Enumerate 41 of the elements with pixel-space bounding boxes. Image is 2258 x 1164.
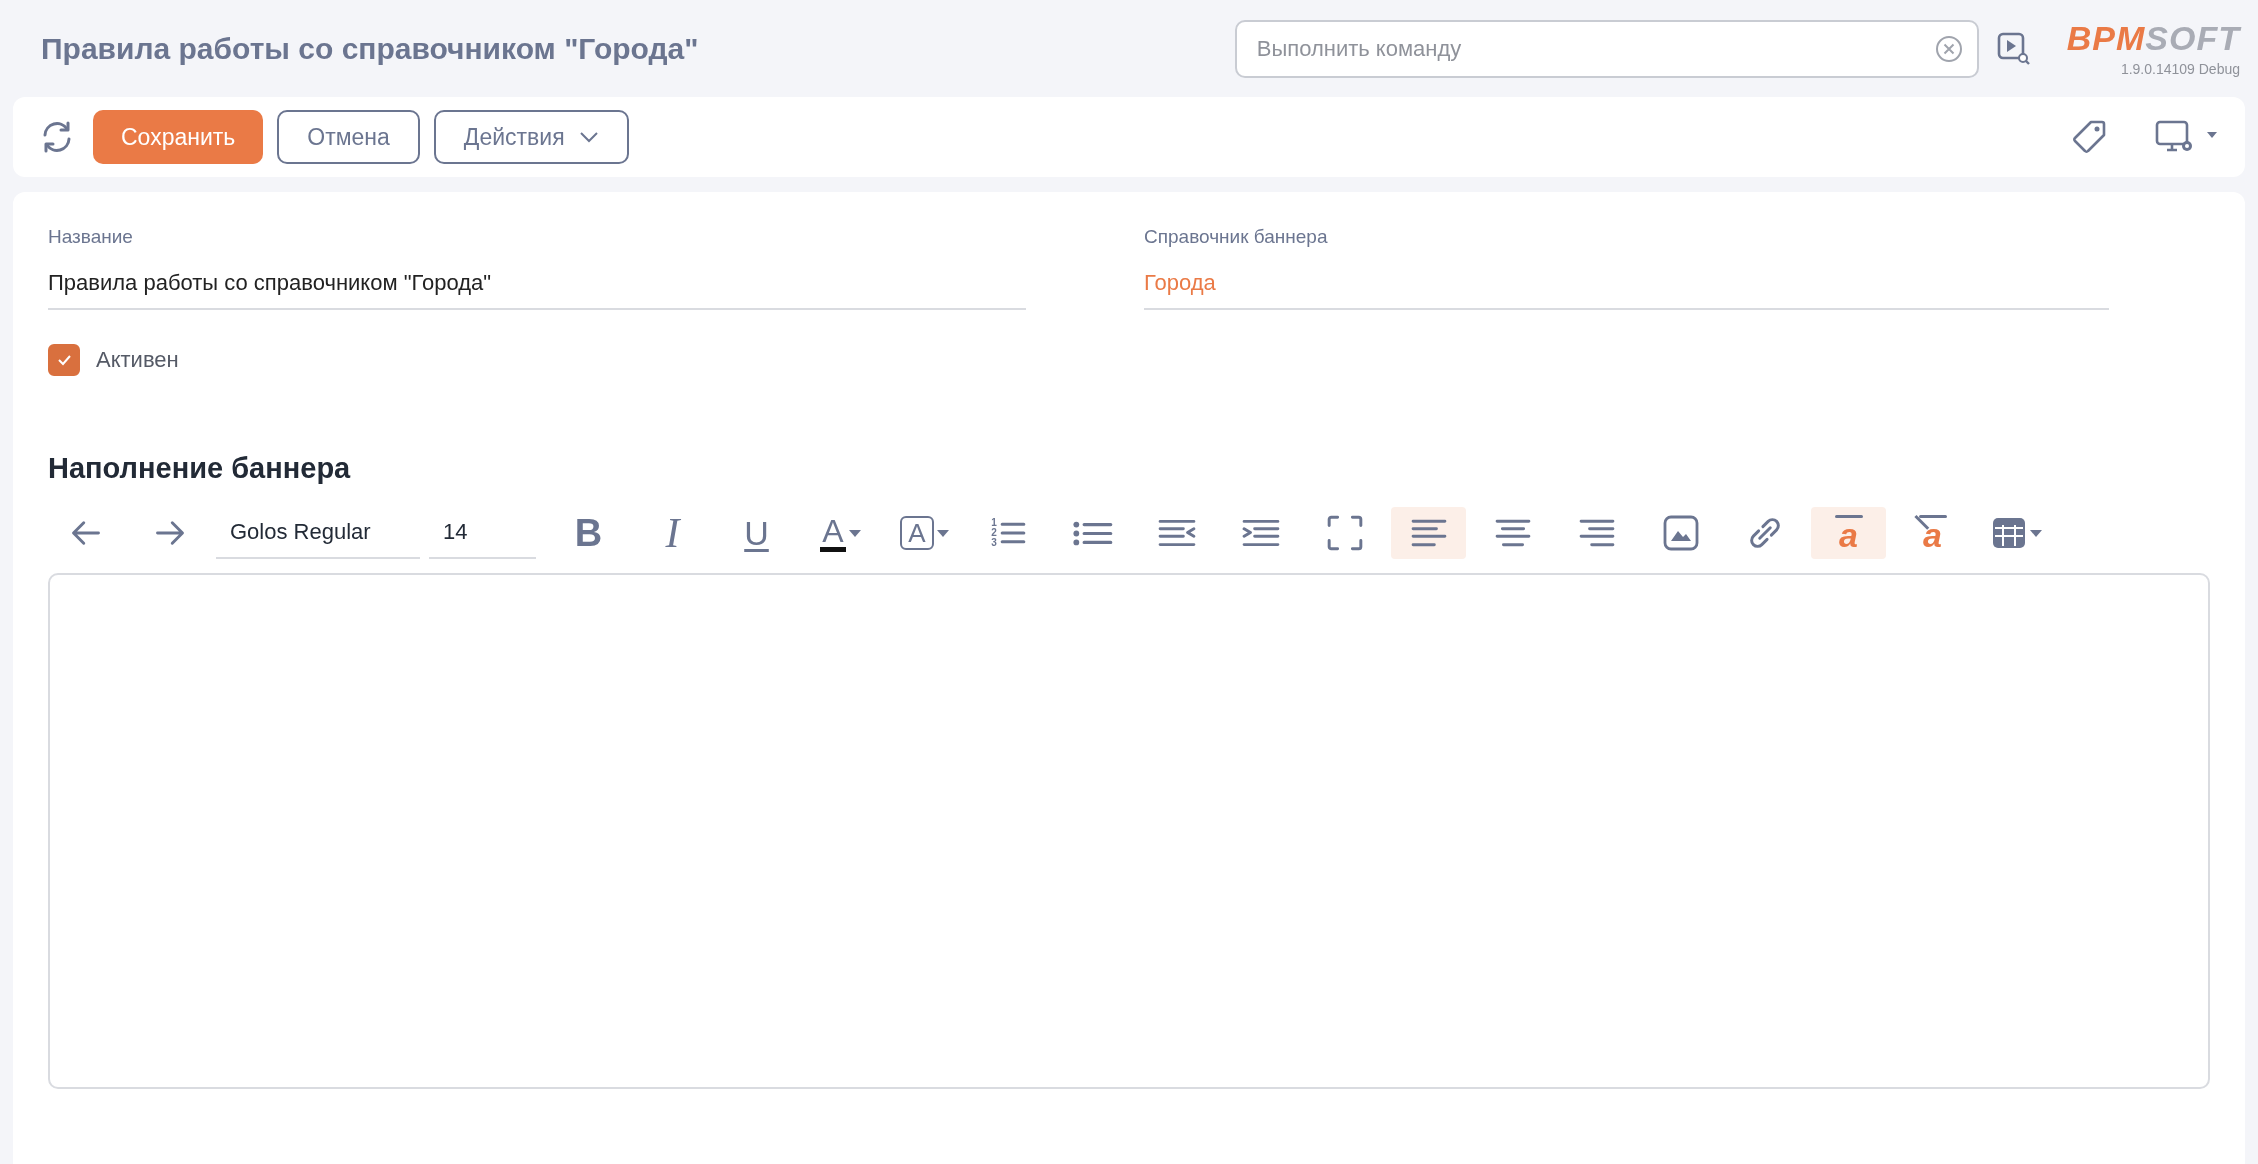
field-label: Название — [48, 226, 134, 249]
outdent-icon — [1157, 518, 1196, 548]
align-right-icon — [1578, 518, 1615, 548]
version-label: 1.9.0.14109 Debug — [2120, 60, 2240, 77]
caret-icon — [936, 529, 949, 537]
chevron-down-icon — [578, 131, 599, 143]
command-input[interactable]: Выполнить команду — [1256, 35, 1935, 62]
font-size-field[interactable]: 14 — [429, 507, 536, 559]
table-icon — [1991, 515, 2027, 551]
lookup-field[interactable]: Города — [1144, 258, 2109, 310]
underline-button[interactable]: U — [719, 507, 794, 559]
save-button[interactable]: Сохранить — [93, 110, 264, 164]
checkbox-label[interactable]: Активен — [96, 347, 179, 373]
font-field[interactable]: Golos Regular — [216, 507, 420, 559]
text-background-button[interactable]: A — [887, 507, 962, 559]
fullscreen-icon — [1325, 514, 1364, 552]
text-field[interactable]: Правила работы со справочником "Города" — [48, 258, 1026, 310]
clear-highlight-button[interactable]: a — [1895, 507, 1970, 559]
bold-button[interactable]: B — [551, 507, 626, 559]
align-left-button[interactable] — [1391, 507, 1466, 559]
run-process-icon[interactable] — [1996, 31, 2031, 66]
page-title: Правила работы со справочником "Города" — [41, 31, 699, 66]
indent-icon — [1241, 518, 1280, 548]
numbered-list-button[interactable]: 1 2 3 — [971, 507, 1046, 559]
actions-button[interactable]: Действия — [433, 110, 629, 164]
checkbox[interactable] — [48, 344, 80, 376]
align-center-icon — [1494, 518, 1531, 548]
image-icon — [1662, 515, 1699, 551]
text-color-button[interactable]: A — [803, 507, 878, 559]
caret-icon — [848, 529, 861, 537]
align-left-icon — [1410, 518, 1447, 548]
command-field[interactable]: Выполнить команду — [1234, 19, 1979, 78]
italic-button[interactable]: I — [635, 507, 710, 559]
section-title: Наполнение баннера — [48, 452, 352, 485]
highlight-button[interactable]: a — [1811, 507, 1886, 559]
field-label: Справочник баннера — [1144, 226, 1329, 249]
clear-icon[interactable] — [1934, 34, 1963, 63]
cancel-button[interactable]: Отмена — [277, 110, 420, 164]
logo: BPMSOFT — [2066, 20, 2240, 55]
tag-icon[interactable] — [2071, 119, 2107, 155]
caret-icon — [2030, 529, 2042, 537]
